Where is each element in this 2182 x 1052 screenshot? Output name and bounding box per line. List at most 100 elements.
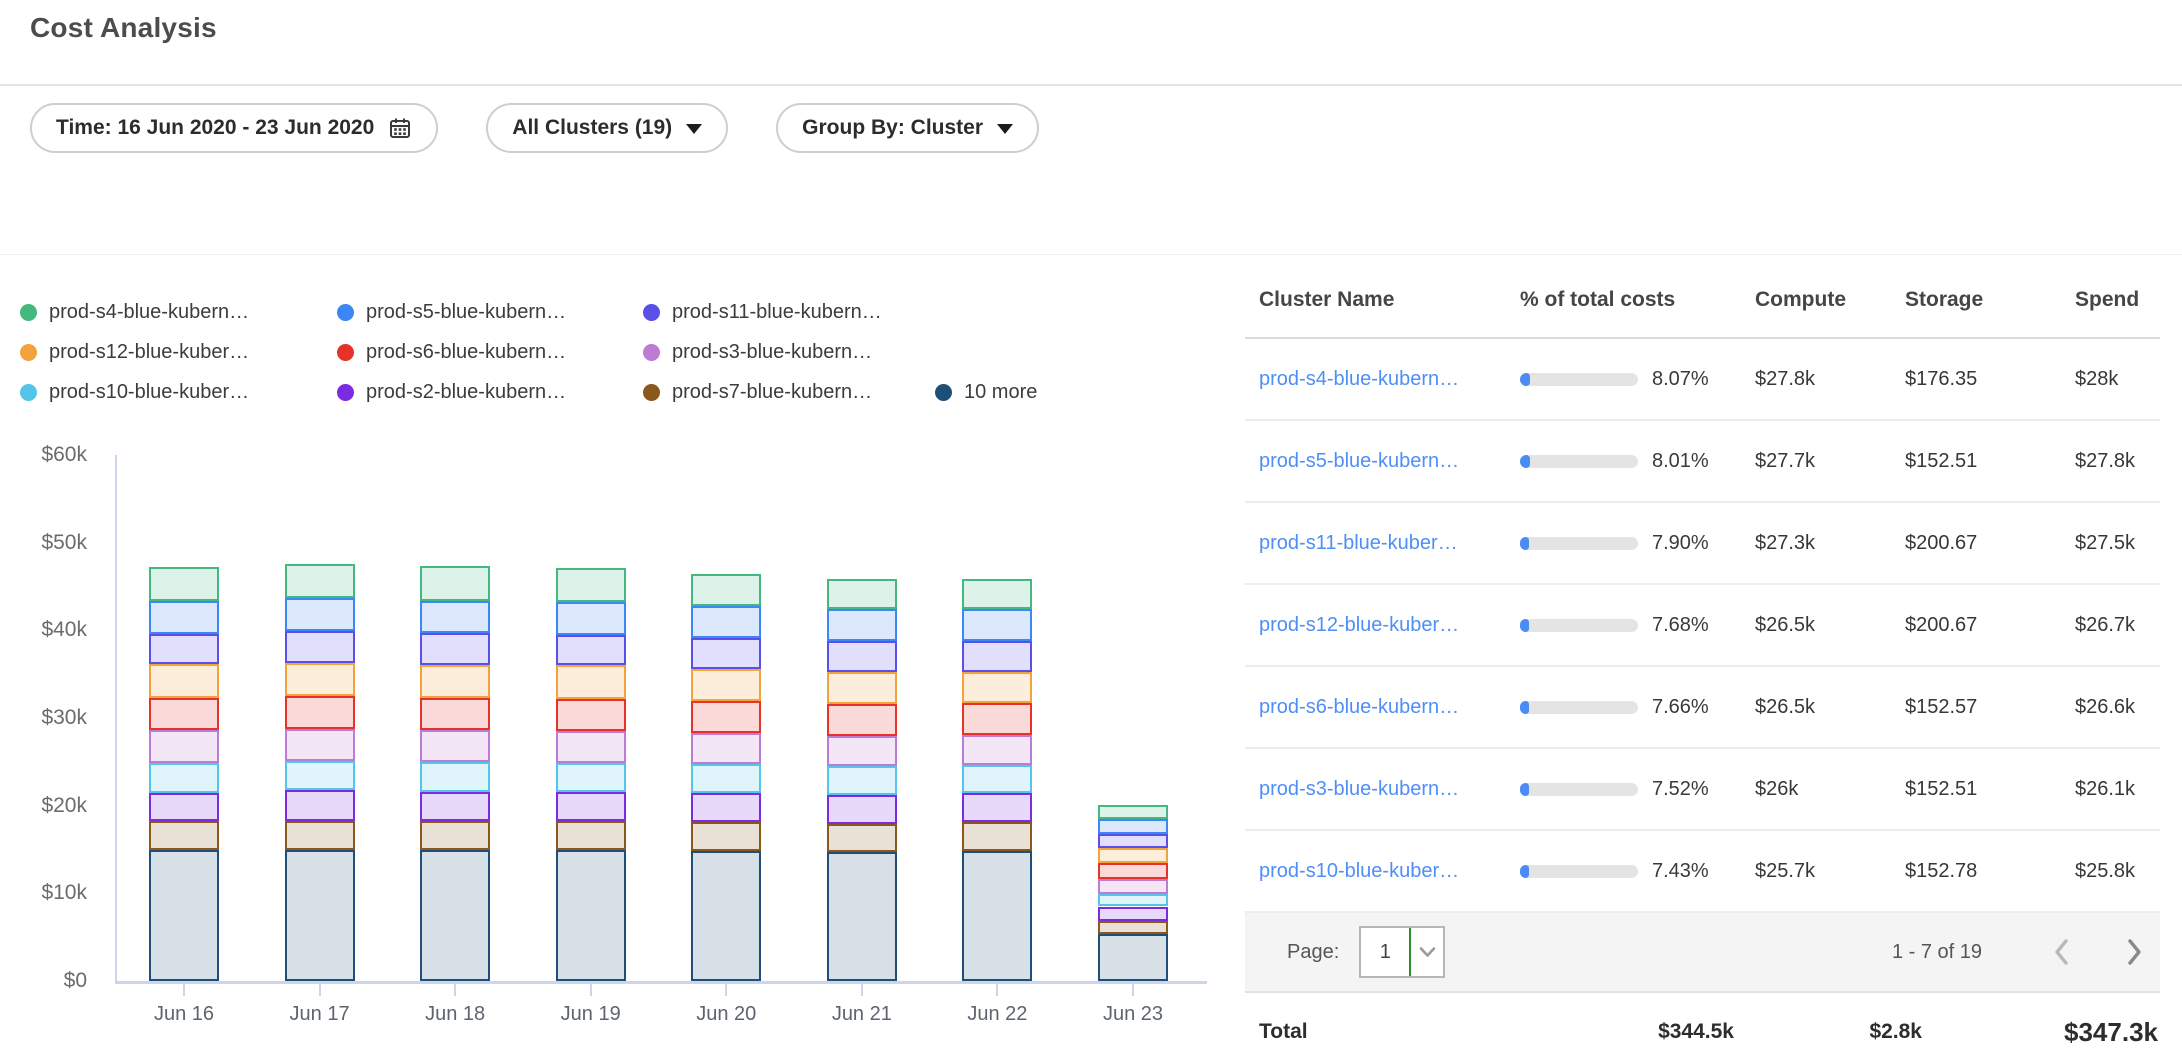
bar-segment[interactable]	[149, 821, 219, 850]
bar-segment[interactable]	[556, 568, 626, 602]
bar-segment[interactable]	[962, 579, 1032, 610]
bar-segment[interactable]	[827, 852, 897, 981]
bar-segment[interactable]	[285, 790, 355, 821]
bar-segment[interactable]	[420, 730, 490, 762]
bar-segment[interactable]	[827, 736, 897, 767]
page-select[interactable]: 1	[1359, 926, 1445, 978]
bar-segment[interactable]	[420, 792, 490, 822]
bar-segment[interactable]	[285, 564, 355, 598]
bar-segment[interactable]	[962, 641, 1032, 672]
cluster-link[interactable]: prod-s5-blue-kubern…	[1259, 450, 1459, 472]
bar-segment[interactable]	[962, 609, 1032, 641]
bar-segment[interactable]	[149, 850, 219, 982]
legend-item[interactable]: prod-s4-blue-kubern…	[20, 301, 337, 324]
bar-segment[interactable]	[691, 606, 761, 638]
legend-item[interactable]: prod-s7-blue-kubern…	[643, 381, 935, 404]
bar-segment[interactable]	[691, 638, 761, 669]
bar-segment[interactable]	[962, 793, 1032, 822]
bar-segment[interactable]	[827, 579, 897, 610]
bar-segment[interactable]	[285, 850, 355, 981]
bar-segment[interactable]	[285, 761, 355, 790]
cluster-link[interactable]: prod-s12-blue-kuber…	[1259, 614, 1459, 636]
bar-segment[interactable]	[420, 821, 490, 850]
bar-segment[interactable]	[962, 765, 1032, 793]
bar-segment[interactable]	[149, 763, 219, 793]
bar-segment[interactable]	[420, 566, 490, 600]
bar-segment[interactable]	[1098, 805, 1168, 819]
bar-segment[interactable]	[1098, 819, 1168, 834]
bar-segment[interactable]	[691, 851, 761, 981]
bar-segment[interactable]	[827, 795, 897, 824]
cluster-link[interactable]: prod-s3-blue-kubern…	[1259, 778, 1459, 800]
bar-segment[interactable]	[285, 663, 355, 696]
bar-segment[interactable]	[827, 704, 897, 736]
next-page-button[interactable]	[2114, 932, 2154, 972]
prev-page-button[interactable]	[2042, 932, 2082, 972]
bar-segment[interactable]	[691, 669, 761, 701]
time-range-filter[interactable]: Time: 16 Jun 2020 - 23 Jun 2020	[30, 103, 438, 153]
bar-segment[interactable]	[285, 729, 355, 761]
legend-item[interactable]: prod-s5-blue-kubern…	[337, 301, 643, 324]
bar-segment[interactable]	[420, 850, 490, 981]
bar-segment[interactable]	[1098, 907, 1168, 921]
bar-segment[interactable]	[149, 730, 219, 762]
bar-segment[interactable]	[556, 850, 626, 981]
bar-segment[interactable]	[1098, 834, 1168, 848]
bar-segment[interactable]	[556, 792, 626, 822]
bar-segment[interactable]	[149, 634, 219, 664]
bar-segment[interactable]	[691, 733, 761, 764]
legend-item[interactable]: prod-s3-blue-kubern…	[643, 341, 935, 364]
bar-segment[interactable]	[556, 763, 626, 792]
bar-segment[interactable]	[962, 703, 1032, 735]
legend-item[interactable]: prod-s10-blue-kuber…	[20, 381, 337, 404]
legend-item[interactable]: prod-s2-blue-kubern…	[337, 381, 643, 404]
legend-item[interactable]: prod-s12-blue-kuber…	[20, 341, 337, 364]
bar-segment[interactable]	[691, 701, 761, 733]
bar-segment[interactable]	[285, 821, 355, 851]
bar-segment[interactable]	[1098, 848, 1168, 863]
bar-segment[interactable]	[827, 824, 897, 852]
legend-item[interactable]: prod-s6-blue-kubern…	[337, 341, 643, 364]
bar-segment[interactable]	[420, 633, 490, 665]
bar-segment[interactable]	[285, 696, 355, 729]
bar-segment[interactable]	[556, 699, 626, 731]
bar-segment[interactable]	[691, 764, 761, 793]
bar-segment[interactable]	[556, 821, 626, 850]
bar-segment[interactable]	[285, 631, 355, 663]
cluster-link[interactable]: prod-s6-blue-kubern…	[1259, 696, 1459, 718]
bar-segment[interactable]	[827, 641, 897, 672]
cluster-link[interactable]: prod-s10-blue-kuber…	[1259, 860, 1459, 882]
bar-segment[interactable]	[556, 602, 626, 634]
bar-segment[interactable]	[285, 598, 355, 631]
bar-segment[interactable]	[1098, 894, 1168, 906]
bar-segment[interactable]	[556, 731, 626, 763]
bar-segment[interactable]	[1098, 879, 1168, 894]
bar-segment[interactable]	[962, 735, 1032, 766]
bar-segment[interactable]	[827, 609, 897, 641]
legend-item[interactable]: 10 more	[935, 381, 1037, 404]
clusters-filter[interactable]: All Clusters (19)	[486, 103, 728, 153]
bar-segment[interactable]	[691, 574, 761, 606]
bar-segment[interactable]	[691, 793, 761, 823]
bar-segment[interactable]	[962, 851, 1032, 981]
bar-segment[interactable]	[149, 698, 219, 730]
bar-segment[interactable]	[420, 601, 490, 633]
bar-segment[interactable]	[556, 635, 626, 666]
bar-segment[interactable]	[962, 672, 1032, 704]
bar-segment[interactable]	[420, 665, 490, 698]
group-by-filter[interactable]: Group By: Cluster	[776, 103, 1039, 153]
legend-item[interactable]: prod-s11-blue-kubern…	[643, 301, 935, 324]
cluster-link[interactable]: prod-s4-blue-kubern…	[1259, 368, 1459, 390]
cluster-link[interactable]: prod-s11-blue-kuber…	[1259, 532, 1458, 554]
bar-segment[interactable]	[420, 698, 490, 730]
bar-segment[interactable]	[1098, 863, 1168, 880]
bar-segment[interactable]	[149, 664, 219, 698]
bar-segment[interactable]	[962, 822, 1032, 851]
bar-segment[interactable]	[149, 567, 219, 601]
bar-segment[interactable]	[149, 793, 219, 821]
bar-segment[interactable]	[149, 601, 219, 633]
bar-segment[interactable]	[1098, 934, 1168, 981]
bar-segment[interactable]	[691, 822, 761, 851]
bar-segment[interactable]	[827, 766, 897, 795]
bar-segment[interactable]	[1098, 921, 1168, 934]
